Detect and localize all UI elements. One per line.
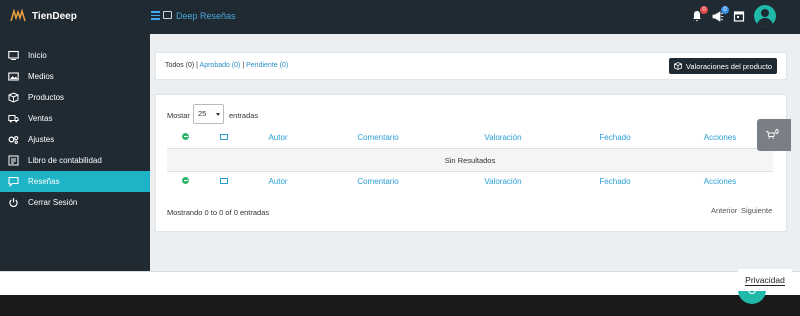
status-filters: Todos (0) | Aprobado (0) | Pendiente (0) — [165, 62, 288, 69]
column-footer-actions[interactable]: Acciones — [695, 177, 745, 186]
pagination-next[interactable]: Siguiente — [741, 206, 772, 215]
column-header-comment[interactable]: Comentario — [349, 133, 407, 142]
monitor-icon — [8, 50, 19, 60]
sidebar-item-label: Reseñas — [28, 177, 60, 186]
sidebar-item-label: Productos — [28, 93, 65, 102]
image-icon — [8, 72, 19, 81]
power-icon — [9, 198, 18, 208]
sidebar-item-cerrar-sesion[interactable]: Cerrar Sesión — [0, 192, 150, 213]
truck-icon — [8, 115, 19, 123]
empty-table-row: Sin Resultados — [167, 149, 773, 171]
filter-separator: | — [196, 62, 198, 69]
column-header-date[interactable]: Fechado — [590, 133, 640, 142]
filter-approved[interactable]: Aprobado (0) — [200, 62, 241, 69]
column-footer-rating[interactable]: Valoración — [476, 177, 530, 186]
sidebar-item-label: Ajustes — [28, 135, 55, 144]
filter-pending[interactable]: Pendiente (0) — [246, 62, 288, 69]
chevron-down-icon — [216, 113, 220, 116]
column-footer-date[interactable]: Fechado — [590, 177, 640, 186]
menu-toggle-icon[interactable] — [151, 11, 160, 20]
sidebar-item-resenas[interactable]: Reseñas — [0, 171, 150, 192]
image-icon — [220, 134, 228, 140]
top-icons: 0 0 — [691, 5, 776, 27]
select-all-icon[interactable] — [182, 177, 189, 184]
product-reviews-label: Valoraciones del producto — [685, 61, 773, 71]
column-footer-comment[interactable]: Comentario — [349, 177, 407, 186]
brand[interactable]: TienDeep — [10, 9, 77, 23]
sidebar-item-productos[interactable]: Productos — [0, 87, 150, 108]
column-header-author[interactable]: Autor — [258, 133, 298, 142]
sidebar-item-label: Medios — [28, 72, 54, 81]
sidebar-item-label: Ventas — [28, 114, 53, 123]
cart-widget[interactable]: 0 — [757, 119, 791, 151]
filter-separator: | — [242, 62, 245, 69]
entries-label: entradas — [229, 111, 259, 120]
footer-band — [0, 271, 800, 295]
show-label: Mostar — [167, 111, 190, 120]
sidebar-item-inicio[interactable]: Inicio — [0, 45, 150, 66]
box-icon — [8, 92, 19, 103]
page-title: Deep Reseñas — [176, 11, 236, 21]
sidebar-item-label: Cerrar Sesión — [28, 198, 78, 207]
column-footer-author[interactable]: Autor — [258, 177, 298, 186]
sidebar-item-ajustes[interactable]: Ajustes — [0, 129, 150, 150]
avatar[interactable] — [754, 5, 776, 27]
page-size-select[interactable]: 25 — [193, 104, 224, 124]
sidebar-item-label: Inicio — [28, 51, 47, 60]
calendar-icon[interactable] — [733, 10, 745, 22]
select-all-icon[interactable] — [182, 133, 189, 140]
sidebar-item-ventas[interactable]: Ventas — [0, 108, 150, 129]
brand-name: TienDeep — [32, 10, 77, 22]
privacy-label: Privacidad — [745, 274, 785, 286]
pagination-previous[interactable]: Anterior — [711, 206, 737, 215]
privacy-link[interactable]: Privacidad — [738, 269, 792, 291]
row-divider — [167, 171, 773, 172]
sidebar-item-libro-de-contabilidad[interactable]: Libro de contabilidad — [0, 150, 150, 171]
column-header-actions[interactable]: Acciones — [695, 133, 745, 142]
gears-icon — [8, 135, 19, 144]
empty-message: Sin Resultados — [444, 155, 496, 165]
column-header-rating[interactable]: Valoración — [476, 133, 530, 142]
logo-icon — [10, 9, 26, 22]
announcement-badge: 0 — [721, 6, 729, 14]
sidebar-item-medios[interactable]: Medios — [0, 66, 150, 87]
filter-all[interactable]: Todos (0) — [165, 62, 194, 69]
footer — [0, 295, 800, 316]
notification-badge: 0 — [700, 6, 708, 14]
comment-icon — [8, 176, 19, 187]
table-summary: Mostrando 0 to 0 of 0 entradas — [167, 208, 270, 217]
bell-icon[interactable]: 0 — [691, 6, 708, 22]
box-icon — [674, 62, 682, 70]
top-bar — [0, 0, 800, 34]
image-icon — [220, 178, 228, 184]
page-size-value: 25 — [198, 109, 207, 118]
megaphone-icon[interactable]: 0 — [712, 6, 729, 22]
ledger-icon — [8, 155, 19, 166]
sidebar-item-label: Libro de contabilidad — [28, 156, 102, 165]
comment-icon — [163, 11, 172, 19]
product-reviews-button[interactable]: Valoraciones del producto — [669, 58, 777, 74]
cart-icon — [766, 131, 775, 139]
cart-count: 0 — [775, 129, 779, 136]
